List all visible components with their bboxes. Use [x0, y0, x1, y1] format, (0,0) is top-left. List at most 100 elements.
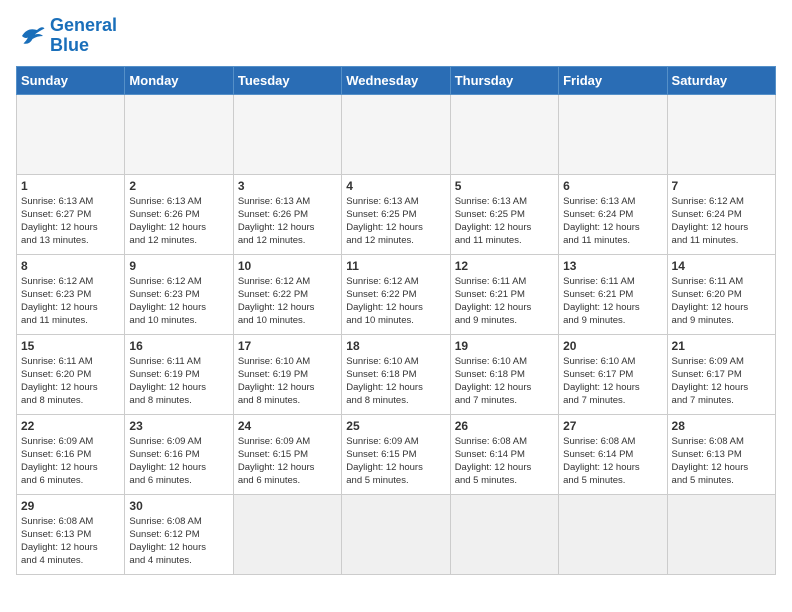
day-number: 6: [563, 179, 662, 193]
day-number: 16: [129, 339, 228, 353]
day-info: Sunrise: 6:13 AMSunset: 6:25 PMDaylight:…: [346, 195, 445, 248]
calendar-day-cell: 1Sunrise: 6:13 AMSunset: 6:27 PMDaylight…: [17, 174, 125, 254]
weekday-header: Saturday: [667, 66, 775, 94]
day-info: Sunrise: 6:09 AMSunset: 6:16 PMDaylight:…: [21, 435, 120, 488]
calendar-day-cell: 20Sunrise: 6:10 AMSunset: 6:17 PMDayligh…: [559, 334, 667, 414]
calendar-week-row: 1Sunrise: 6:13 AMSunset: 6:27 PMDaylight…: [17, 174, 776, 254]
calendar-day-cell: [125, 94, 233, 174]
day-number: 21: [672, 339, 771, 353]
calendar-day-cell: 11 Sunrise: 6:12 AMSunset: 6:22 PMDayligh…: [342, 254, 450, 334]
day-info: Sunrise: 6:13 AMSunset: 6:27 PMDaylight:…: [21, 195, 120, 248]
day-info: Sunrise: 6:12 AMSunset: 6:23 PMDaylight:…: [21, 275, 120, 328]
weekday-header-row: SundayMondayTuesdayWednesdayThursdayFrid…: [17, 66, 776, 94]
day-info: Sunrise: 6:12 AMSunset: 6:22 PMDaylight:…: [346, 275, 445, 328]
calendar-day-cell: [342, 494, 450, 574]
day-info: Sunrise: 6:11 AMSunset: 6:21 PMDaylight:…: [563, 275, 662, 328]
day-info: Sunrise: 6:09 AMSunset: 6:16 PMDaylight:…: [129, 435, 228, 488]
calendar-day-cell: 10 Sunrise: 6:12 AMSunset: 6:22 PMDayligh…: [233, 254, 341, 334]
day-number: 18: [346, 339, 445, 353]
day-info: Sunrise: 6:10 AMSunset: 6:18 PMDaylight:…: [346, 355, 445, 408]
day-number: 27: [563, 419, 662, 433]
calendar-day-cell: [667, 494, 775, 574]
day-number: 30: [129, 499, 228, 513]
calendar-day-cell: 30Sunrise: 6:08 AMSunset: 6:12 PMDayligh…: [125, 494, 233, 574]
weekday-header: Wednesday: [342, 66, 450, 94]
calendar-day-cell: 29Sunrise: 6:08 AMSunset: 6:13 PMDayligh…: [17, 494, 125, 574]
day-number: 10: [238, 259, 337, 273]
day-number: 24: [238, 419, 337, 433]
calendar-day-cell: [450, 494, 558, 574]
day-info: Sunrise: 6:13 AMSunset: 6:26 PMDaylight:…: [129, 195, 228, 248]
calendar-day-cell: 6 Sunrise: 6:13 AMSunset: 6:24 PMDaylight…: [559, 174, 667, 254]
day-number: 22: [21, 419, 120, 433]
calendar-day-cell: 12Sunrise: 6:11 AMSunset: 6:21 PMDayligh…: [450, 254, 558, 334]
calendar-day-cell: 16 Sunrise: 6:11 AMSunset: 6:19 PMDayligh…: [125, 334, 233, 414]
day-number: 4: [346, 179, 445, 193]
calendar-day-cell: 14 Sunrise: 6:11 AMSunset: 6:20 PMDayligh…: [667, 254, 775, 334]
calendar-day-cell: 15 Sunrise: 6:11 AMSunset: 6:20 PMDayligh…: [17, 334, 125, 414]
day-number: 28: [672, 419, 771, 433]
calendar-day-cell: 26 Sunrise: 6:08 AMSunset: 6:14 PMDayligh…: [450, 414, 558, 494]
day-number: 8: [21, 259, 120, 273]
weekday-header: Tuesday: [233, 66, 341, 94]
day-number: 7: [672, 179, 771, 193]
day-info: Sunrise: 6:09 AMSunset: 6:17 PMDaylight:…: [672, 355, 771, 408]
calendar-day-cell: [450, 94, 558, 174]
calendar-day-cell: 25 Sunrise: 6:09 AMSunset: 6:15 PMDayligh…: [342, 414, 450, 494]
day-info: Sunrise: 6:09 AMSunset: 6:15 PMDaylight:…: [238, 435, 337, 488]
calendar-day-cell: 8 Sunrise: 6:12 AMSunset: 6:23 PMDaylight…: [17, 254, 125, 334]
day-info: Sunrise: 6:11 AMSunset: 6:20 PMDaylight:…: [21, 355, 120, 408]
day-info: Sunrise: 6:08 AMSunset: 6:14 PMDaylight:…: [455, 435, 554, 488]
day-info: Sunrise: 6:13 AMSunset: 6:26 PMDaylight:…: [238, 195, 337, 248]
logo: General Blue: [16, 16, 117, 56]
day-info: Sunrise: 6:13 AMSunset: 6:25 PMDaylight:…: [455, 195, 554, 248]
day-number: 17: [238, 339, 337, 353]
day-info: Sunrise: 6:11 AMSunset: 6:20 PMDaylight:…: [672, 275, 771, 328]
day-number: 25: [346, 419, 445, 433]
day-info: Sunrise: 6:12 AMSunset: 6:22 PMDaylight:…: [238, 275, 337, 328]
day-number: 2: [129, 179, 228, 193]
calendar-day-cell: [342, 94, 450, 174]
calendar-day-cell: 27Sunrise: 6:08 AMSunset: 6:14 PMDayligh…: [559, 414, 667, 494]
weekday-header: Thursday: [450, 66, 558, 94]
calendar-day-cell: 21 Sunrise: 6:09 AMSunset: 6:17 PMDayligh…: [667, 334, 775, 414]
page-header: General Blue: [16, 16, 776, 56]
day-info: Sunrise: 6:09 AMSunset: 6:15 PMDaylight:…: [346, 435, 445, 488]
day-number: 29: [21, 499, 120, 513]
day-info: Sunrise: 6:13 AMSunset: 6:24 PMDaylight:…: [563, 195, 662, 248]
calendar-day-cell: 22 Sunrise: 6:09 AMSunset: 6:16 PMDayligh…: [17, 414, 125, 494]
day-info: Sunrise: 6:12 AMSunset: 6:24 PMDaylight:…: [672, 195, 771, 248]
day-info: Sunrise: 6:11 AMSunset: 6:21 PMDaylight:…: [455, 275, 554, 328]
day-number: 19: [455, 339, 554, 353]
calendar-day-cell: 28Sunrise: 6:08 AMSunset: 6:13 PMDayligh…: [667, 414, 775, 494]
calendar-table: SundayMondayTuesdayWednesdayThursdayFrid…: [16, 66, 776, 575]
calendar-day-cell: 23 Sunrise: 6:09 AMSunset: 6:16 PMDayligh…: [125, 414, 233, 494]
day-info: Sunrise: 6:11 AMSunset: 6:19 PMDaylight:…: [129, 355, 228, 408]
day-number: 13: [563, 259, 662, 273]
calendar-day-cell: 3 Sunrise: 6:13 AMSunset: 6:26 PMDaylight…: [233, 174, 341, 254]
calendar-day-cell: [667, 94, 775, 174]
calendar-day-cell: 5Sunrise: 6:13 AMSunset: 6:25 PMDaylight…: [450, 174, 558, 254]
day-number: 26: [455, 419, 554, 433]
calendar-week-row: 29Sunrise: 6:08 AMSunset: 6:13 PMDayligh…: [17, 494, 776, 574]
day-info: Sunrise: 6:10 AMSunset: 6:17 PMDaylight:…: [563, 355, 662, 408]
day-number: 23: [129, 419, 228, 433]
weekday-header: Monday: [125, 66, 233, 94]
calendar-day-cell: 19 Sunrise: 6:10 AMSunset: 6:18 PMDayligh…: [450, 334, 558, 414]
day-number: 11: [346, 259, 445, 273]
calendar-day-cell: 7 Sunrise: 6:12 AMSunset: 6:24 PMDaylight…: [667, 174, 775, 254]
calendar-day-cell: [233, 94, 341, 174]
day-number: 15: [21, 339, 120, 353]
day-info: Sunrise: 6:12 AMSunset: 6:23 PMDaylight:…: [129, 275, 228, 328]
calendar-week-row: 15 Sunrise: 6:11 AMSunset: 6:20 PMDayligh…: [17, 334, 776, 414]
weekday-header: Friday: [559, 66, 667, 94]
calendar-day-cell: 9Sunrise: 6:12 AMSunset: 6:23 PMDaylight…: [125, 254, 233, 334]
day-number: 14: [672, 259, 771, 273]
calendar-week-row: 22 Sunrise: 6:09 AMSunset: 6:16 PMDayligh…: [17, 414, 776, 494]
calendar-day-cell: 2 Sunrise: 6:13 AMSunset: 6:26 PMDaylight…: [125, 174, 233, 254]
day-info: Sunrise: 6:10 AMSunset: 6:18 PMDaylight:…: [455, 355, 554, 408]
calendar-day-cell: 13 Sunrise: 6:11 AMSunset: 6:21 PMDayligh…: [559, 254, 667, 334]
calendar-day-cell: 24 Sunrise: 6:09 AMSunset: 6:15 PMDayligh…: [233, 414, 341, 494]
day-number: 3: [238, 179, 337, 193]
weekday-header: Sunday: [17, 66, 125, 94]
